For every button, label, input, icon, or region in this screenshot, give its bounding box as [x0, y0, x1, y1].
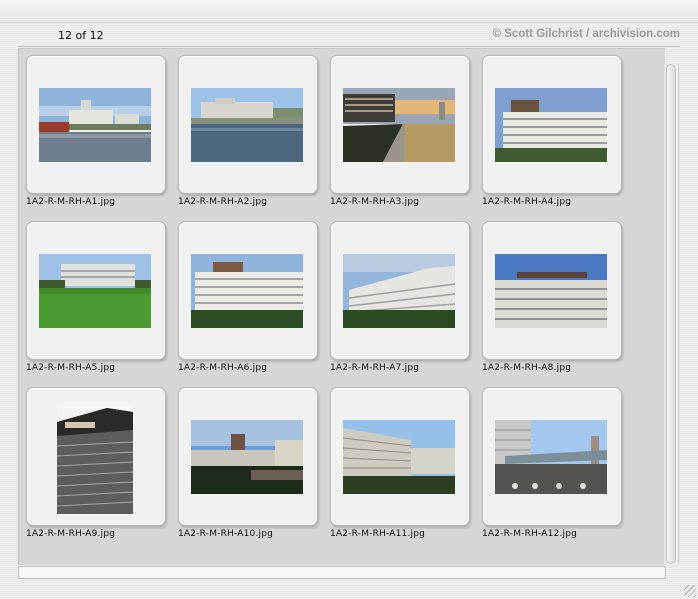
thumbnail-image[interactable] [343, 88, 455, 162]
thumbnail-item[interactable]: 1A2-R-M-RH-A4.jpg [482, 55, 634, 215]
thumbnail-image[interactable] [343, 254, 455, 328]
thumbnail-item[interactable]: 1A2-R-M-RH-A12.jpg [482, 387, 634, 547]
thumbnail-item[interactable]: 1A2-R-M-RH-A10.jpg [178, 387, 330, 547]
resize-grip-icon[interactable] [684, 585, 696, 597]
thumbnail-filename: 1A2-R-M-RH-A4.jpg [482, 197, 572, 207]
thumbnail-filename: 1A2-R-M-RH-A3.jpg [330, 197, 420, 207]
thumbnail-frame[interactable] [482, 55, 622, 194]
photo-credit: © Scott Gilchrist / archivision.com [492, 28, 680, 40]
thumbnail-filename: 1A2-R-M-RH-A9.jpg [26, 529, 116, 539]
thumbnail-filename: 1A2-R-M-RH-A12.jpg [482, 529, 578, 539]
thumbnail-frame[interactable] [330, 387, 470, 526]
thumbnail-filename: 1A2-R-M-RH-A11.jpg [330, 529, 426, 539]
thumbnail-frame[interactable] [26, 221, 166, 360]
thumbnail-item[interactable]: 1A2-R-M-RH-A11.jpg [330, 387, 482, 547]
thumbnail-image[interactable] [495, 88, 607, 162]
thumbnail-frame[interactable] [178, 387, 318, 526]
thumbnail-item[interactable]: 1A2-R-M-RH-A7.jpg [330, 221, 482, 381]
thumbnail-frame[interactable] [26, 387, 166, 526]
thumbnail-frame[interactable] [178, 221, 318, 360]
thumbnail-filename: 1A2-R-M-RH-A7.jpg [330, 363, 420, 373]
thumbnail-image[interactable] [39, 254, 151, 328]
thumbnail-frame[interactable] [26, 55, 166, 194]
thumbnail-image[interactable] [495, 254, 607, 328]
thumbnail-image[interactable] [495, 420, 607, 494]
thumbnail-item[interactable]: 1A2-R-M-RH-A9.jpg [26, 387, 178, 547]
thumbnail-frame[interactable] [330, 55, 470, 194]
vertical-scrollbar[interactable] [664, 64, 679, 564]
window-top-bar [0, 0, 698, 23]
thumbnail-item[interactable]: 1A2-R-M-RH-A2.jpg [178, 55, 330, 215]
thumbnail-image[interactable] [57, 402, 133, 514]
thumbnail-filename: 1A2-R-M-RH-A10.jpg [178, 529, 274, 539]
thumbnail-frame[interactable] [178, 55, 318, 194]
thumbnail-filename: 1A2-R-M-RH-A5.jpg [26, 363, 116, 373]
thumbnail-image[interactable] [343, 420, 455, 494]
thumbnail-item[interactable]: 1A2-R-M-RH-A5.jpg [26, 221, 178, 381]
thumbnail-item[interactable]: 1A2-R-M-RH-A6.jpg [178, 221, 330, 381]
thumbnail-frame[interactable] [330, 221, 470, 360]
horizontal-scrollbar[interactable] [18, 566, 666, 579]
scrollbar-thumb[interactable] [666, 64, 676, 564]
thumbnail-image[interactable] [191, 254, 303, 328]
image-counter: 12 of 12 [58, 29, 104, 42]
thumbnail-item[interactable]: 1A2-R-M-RH-A8.jpg [482, 221, 634, 381]
thumbnail-item[interactable]: 1A2-R-M-RH-A3.jpg [330, 55, 482, 215]
thumbnail-filename: 1A2-R-M-RH-A8.jpg [482, 363, 572, 373]
thumbnail-filename: 1A2-R-M-RH-A6.jpg [178, 363, 268, 373]
thumbnail-filename: 1A2-R-M-RH-A1.jpg [26, 197, 116, 207]
thumbnail-image[interactable] [191, 420, 303, 494]
gallery-header: 12 of 12 © Scott Gilchrist / archivision… [18, 26, 680, 47]
thumbnail-frame[interactable] [482, 221, 622, 360]
thumbnail-image[interactable] [39, 88, 151, 162]
thumbnail-filename: 1A2-R-M-RH-A2.jpg [178, 197, 268, 207]
thumbnail-grid: 1A2-R-M-RH-A1.jpg 1A2-R-M-RH-A2.jpg 1A2-… [18, 48, 665, 565]
thumbnail-frame[interactable] [482, 387, 622, 526]
thumbnail-image[interactable] [191, 88, 303, 162]
thumbnail-item[interactable]: 1A2-R-M-RH-A1.jpg [26, 55, 178, 215]
